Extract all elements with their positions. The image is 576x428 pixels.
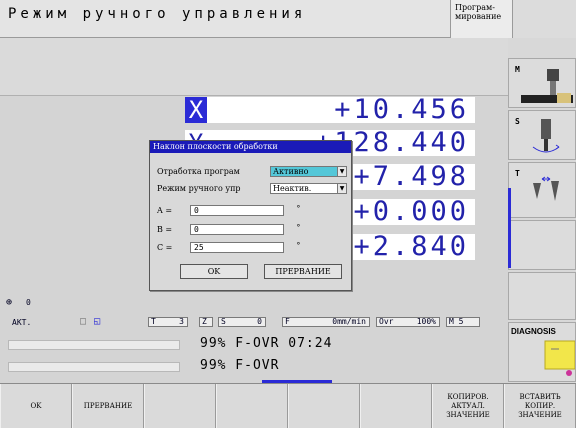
tilt-plane-dialog: Наклон плоскости обработки Отработка про… bbox=[149, 140, 352, 291]
status-bar: ⊕ 0 АКТ. □ ◱ T 3 Z S 0 F 0mm/min Ovr 100… bbox=[0, 298, 508, 328]
chevron-down-icon[interactable]: ▼ bbox=[337, 184, 346, 193]
a-degree: ° bbox=[296, 204, 301, 213]
override-text: 99% F-OVR bbox=[200, 358, 280, 373]
position-row-x: X +10.456 bbox=[185, 94, 475, 125]
softkey-ok[interactable]: OK bbox=[0, 384, 72, 428]
dialog-cancel-button[interactable]: ПРЕРВАНИЕ bbox=[264, 264, 342, 279]
side-scroll-indicator bbox=[508, 188, 511, 268]
a-label: A = bbox=[157, 206, 173, 215]
t-letter: T bbox=[515, 169, 520, 178]
mode-title: Режим ручного управления bbox=[8, 6, 307, 22]
f-label: F bbox=[285, 317, 290, 326]
t-label: T bbox=[151, 317, 156, 326]
softkey-empty-5[interactable] bbox=[288, 384, 360, 428]
spindle-icon: ⊕ bbox=[6, 297, 13, 308]
z-field: Z bbox=[199, 317, 213, 327]
probe-icon: ◱ bbox=[94, 316, 101, 327]
softkey-copy-actual-value[interactable]: КОПИРОВ. АКТУАЛ. ЗНАЧЕНИЕ bbox=[432, 384, 504, 428]
machine-icon bbox=[521, 69, 573, 103]
softkey-cancel[interactable]: ПРЕРВАНИЕ bbox=[72, 384, 144, 428]
spindle-value: 0 bbox=[26, 298, 31, 307]
tool-change-icon bbox=[533, 176, 559, 201]
t-function-button[interactable]: T bbox=[508, 162, 576, 218]
b-input[interactable]: 0 bbox=[190, 224, 284, 235]
side-button-empty-1[interactable] bbox=[508, 220, 576, 270]
a-input[interactable]: 0 bbox=[190, 205, 284, 216]
programming-mode-label: Програм- мирование bbox=[455, 3, 502, 21]
processing-label: Отработка програм bbox=[157, 167, 240, 176]
axis-value: +10.456 bbox=[334, 94, 469, 125]
side-button-empty-2[interactable] bbox=[508, 272, 576, 320]
softkey-bar: OK ПРЕРВАНИЕ КОПИРОВ. АКТУАЛ. ЗНАЧЕНИЕ В… bbox=[0, 383, 576, 428]
override-text: 99% F-OVR 07:24 bbox=[200, 336, 333, 351]
manual-mode-label: Режим ручного упр bbox=[157, 184, 241, 193]
override-field: Ovr 100% bbox=[376, 317, 440, 327]
chevron-down-icon[interactable]: ▼ bbox=[337, 167, 346, 176]
diagnosis-button[interactable]: DIAGNOSIS bbox=[508, 322, 576, 382]
programming-mode-indicator[interactable]: Програм- мирование bbox=[450, 0, 512, 38]
override-row-2: 99% F-OVR bbox=[0, 356, 508, 376]
axis-value: +2.840 bbox=[353, 231, 469, 262]
override-bar bbox=[8, 340, 180, 350]
softkey-paste-copied-value[interactable]: ВСТАВИТЬ КОПИР. ЗНАЧЕНИЕ bbox=[504, 384, 576, 428]
dialog-ok-button[interactable]: OK bbox=[180, 264, 248, 279]
axis-value: +7.498 bbox=[353, 161, 469, 192]
processing-select[interactable]: Активно ▼ bbox=[270, 166, 347, 177]
softkey-empty-3[interactable] bbox=[144, 384, 216, 428]
s-label: S bbox=[221, 317, 226, 326]
top-strip bbox=[0, 38, 508, 96]
manual-mode-select[interactable]: Неактив. ▼ bbox=[270, 183, 347, 194]
side-panel: M S T DIAGNOSIS bbox=[508, 38, 576, 383]
c-degree: ° bbox=[296, 241, 301, 250]
s-value: 0 bbox=[257, 317, 262, 326]
frame-icon: □ bbox=[80, 316, 87, 327]
m-function-field: M 5 bbox=[446, 317, 480, 327]
tool-field: T 3 bbox=[148, 317, 188, 327]
s-letter: S bbox=[515, 117, 520, 126]
spindle-icon bbox=[532, 119, 560, 153]
f-value: 0mm/min bbox=[332, 317, 366, 326]
act-label: АКТ. bbox=[12, 318, 32, 327]
ovr-value: 100% bbox=[416, 317, 436, 326]
c-input[interactable]: 25 bbox=[190, 242, 284, 253]
c-label: C = bbox=[157, 243, 173, 252]
override-bar bbox=[8, 362, 180, 372]
m-function-button[interactable]: M bbox=[508, 58, 576, 108]
softkey-empty-6[interactable] bbox=[360, 384, 432, 428]
feed-field: F 0mm/min bbox=[282, 317, 370, 327]
manual-mode-value: Неактив. bbox=[273, 184, 312, 193]
b-label: B = bbox=[157, 225, 173, 234]
axis-value: +0.000 bbox=[353, 196, 469, 227]
axis-label: X bbox=[185, 97, 207, 123]
b-degree: ° bbox=[296, 223, 301, 232]
override-row-1: 99% F-OVR 07:24 bbox=[0, 334, 508, 354]
header-right-panel bbox=[512, 0, 576, 38]
header-bar: Режим ручного управления Програм- мирова… bbox=[0, 0, 576, 38]
s-function-button[interactable]: S bbox=[508, 110, 576, 160]
diagnosis-icon bbox=[544, 340, 575, 376]
processing-value: Активно bbox=[273, 167, 309, 176]
ovr-label: Ovr bbox=[379, 317, 394, 326]
dialog-title: Наклон плоскости обработки bbox=[150, 141, 351, 153]
t-value: 3 bbox=[179, 317, 184, 326]
diagnosis-label: DIAGNOSIS bbox=[511, 327, 556, 336]
spindle-speed-field: S 0 bbox=[218, 317, 266, 327]
softkey-empty-4[interactable] bbox=[216, 384, 288, 428]
